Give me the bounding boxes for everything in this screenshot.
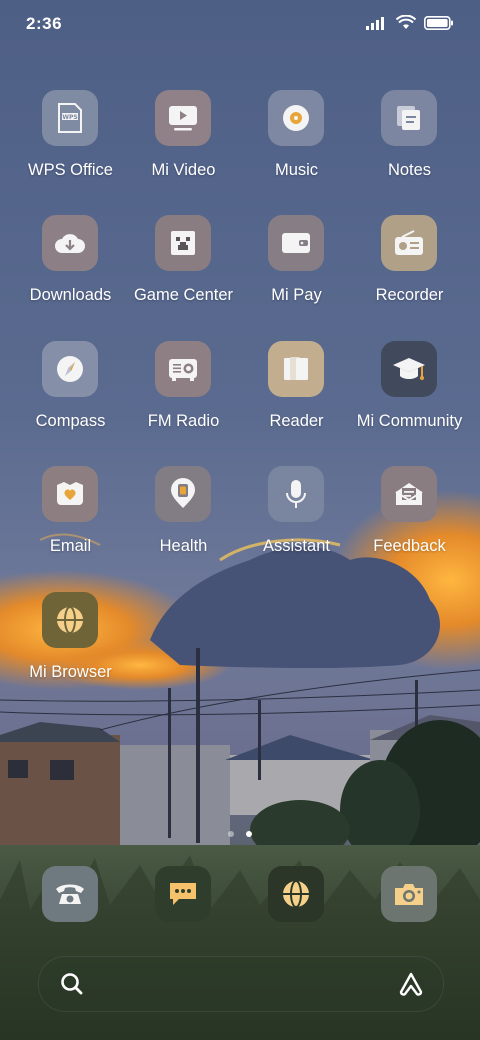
battery-icon: [424, 16, 453, 30]
app-label: Recorder: [375, 286, 444, 304]
app-email[interactable]: Email: [14, 466, 127, 576]
radio-icon: [395, 230, 423, 255]
app-label: Music: [274, 161, 319, 179]
health-tile[interactable]: [155, 466, 211, 522]
app-label: Downloads: [29, 286, 112, 304]
app-downloads[interactable]: Downloads: [14, 215, 127, 325]
app-health[interactable]: Health: [127, 466, 240, 576]
page-dot[interactable]: [228, 831, 234, 837]
app-label: Mi Browser: [29, 663, 112, 681]
wifi-icon: [396, 15, 416, 29]
app-label: Assistant: [263, 537, 330, 555]
status-icons: [366, 15, 454, 31]
signal-icon: [366, 17, 384, 30]
app-label: FM Radio: [147, 412, 220, 430]
fm-radio-tile[interactable]: [155, 341, 211, 397]
app-game-center[interactable]: Game Center: [127, 215, 240, 325]
app-mi-community[interactable]: Mi Community: [353, 341, 466, 451]
browser-tile[interactable]: [268, 866, 324, 922]
app-label: Mi Community: [356, 412, 463, 430]
app-label: Mi Pay: [271, 286, 322, 304]
search-icon[interactable]: [59, 971, 85, 997]
graduation-cap-icon: [393, 358, 425, 380]
app-label: Notes: [387, 161, 432, 179]
compass-icon: [57, 356, 83, 382]
status-bar: 2:36: [0, 0, 480, 50]
app-mi-browser[interactable]: Mi Browser: [14, 592, 127, 702]
camera-tile[interactable]: [381, 866, 437, 922]
phone-icon: [56, 884, 84, 904]
notes-icon: [397, 106, 420, 130]
book-icon: [284, 357, 308, 380]
app-recorder[interactable]: Recorder: [353, 215, 466, 325]
app-music[interactable]: Music: [240, 90, 353, 200]
app-notes[interactable]: Notes: [353, 90, 466, 200]
app-mi-video[interactable]: Mi Video: [127, 90, 240, 200]
app-label: Reader: [269, 412, 324, 430]
feedback-tile[interactable]: [381, 466, 437, 522]
app-fm-radio[interactable]: FM Radio: [127, 341, 240, 451]
app-reader[interactable]: Reader: [240, 341, 353, 451]
status-time: 2:36: [26, 14, 63, 33]
feedback-icon: [395, 483, 423, 505]
mi-pay-tile[interactable]: [268, 215, 324, 271]
music-tile[interactable]: [268, 90, 324, 146]
app-wps-office[interactable]: WPS WPS Office: [14, 90, 127, 200]
message-icon: [170, 883, 196, 905]
email-tile[interactable]: [42, 466, 98, 522]
compass-tile[interactable]: [42, 341, 98, 397]
app-mi-pay[interactable]: Mi Pay: [240, 215, 353, 325]
email-heart-icon: [57, 482, 83, 505]
music-icon: [283, 105, 309, 131]
app-label: Health: [159, 537, 208, 555]
game-center-icon: [171, 231, 195, 255]
app-label: WPS Office: [28, 161, 113, 179]
fm-radio-icon: [169, 359, 197, 381]
mi-video-tile[interactable]: [155, 90, 211, 146]
wallet-icon: [282, 233, 310, 253]
browser-globe-icon: [283, 880, 309, 908]
recorder-tile[interactable]: [381, 215, 437, 271]
app-assistant[interactable]: Assistant: [240, 466, 353, 576]
downloads-tile[interactable]: [42, 215, 98, 271]
game-center-tile[interactable]: [155, 215, 211, 271]
wps-office-tile[interactable]: WPS: [42, 90, 98, 146]
download-icon: [55, 234, 85, 253]
microphone-icon: [286, 480, 306, 508]
browser-globe-icon: [57, 606, 83, 634]
app-compass[interactable]: Compass: [14, 341, 127, 451]
app-vault-icon[interactable]: [397, 971, 425, 997]
assistant-tile[interactable]: [268, 466, 324, 522]
wps-office-icon: WPS: [58, 103, 82, 133]
search-bar[interactable]: [38, 956, 444, 1012]
page-dot-active[interactable]: [246, 831, 252, 837]
mi-community-tile[interactable]: [381, 341, 437, 397]
app-feedback[interactable]: Feedback: [353, 466, 466, 576]
mi-browser-tile[interactable]: [42, 592, 98, 648]
health-icon: [171, 478, 195, 508]
phone-tile[interactable]: [42, 866, 98, 922]
app-label: Game Center: [133, 286, 234, 304]
app-label: Mi Video: [151, 161, 216, 179]
notes-tile[interactable]: [381, 90, 437, 146]
app-label: Email: [49, 537, 92, 555]
reader-tile[interactable]: [268, 341, 324, 397]
camera-icon: [395, 884, 423, 905]
app-label: Compass: [35, 412, 106, 430]
app-label: Feedback: [373, 537, 446, 555]
messages-tile[interactable]: [155, 866, 211, 922]
page-indicator: [0, 831, 480, 837]
svg-text:WPS: WPS: [62, 114, 77, 121]
mi-video-icon: [169, 106, 197, 131]
